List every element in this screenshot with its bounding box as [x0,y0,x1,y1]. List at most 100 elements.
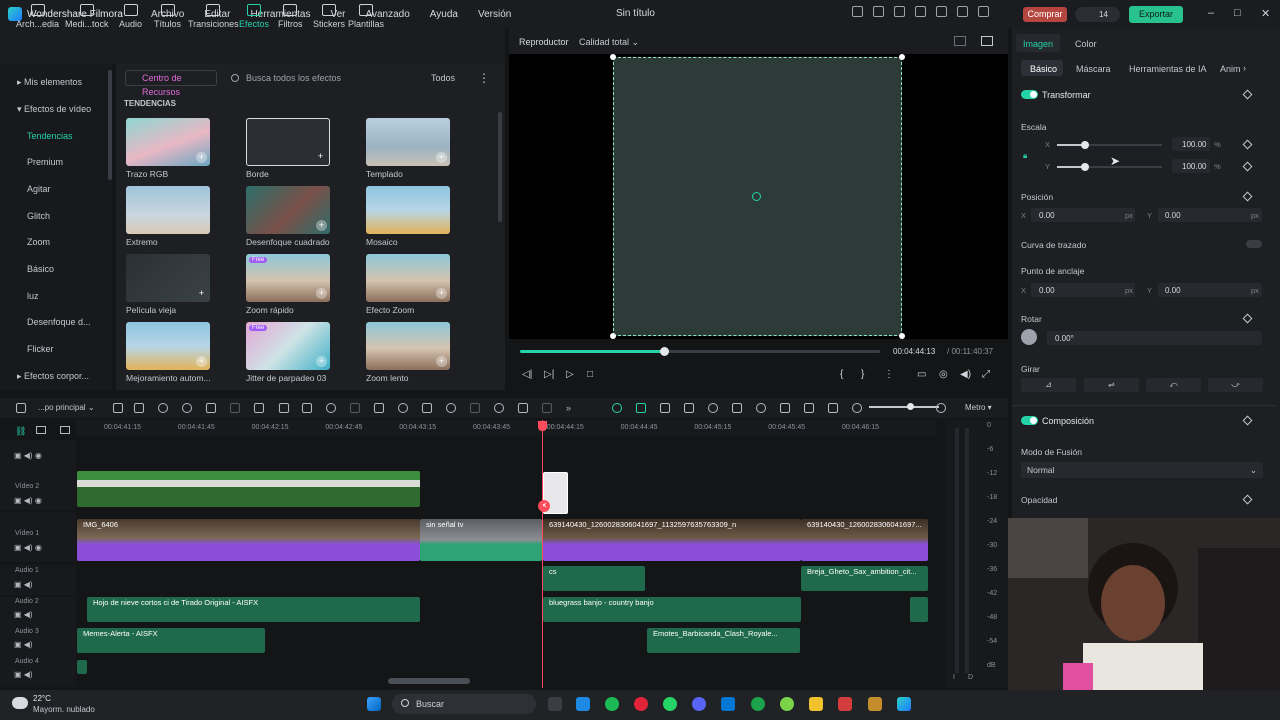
meter-dropdown[interactable]: Metro ▾ [965,403,992,412]
camera-icon[interactable]: ◎ [939,369,948,380]
fit-icon[interactable] [518,403,528,413]
flip-horizontal-button[interactable]: ⊿ [1021,378,1076,392]
resize-handle[interactable] [899,54,905,60]
tool-stock[interactable]: Medi...tock [65,4,109,29]
tool-stickers[interactable]: Stickers [313,4,345,29]
effects-search-input[interactable]: Busca todos los efectos [246,73,341,83]
add-icon[interactable]: + [196,152,207,163]
more-tools-icon[interactable]: » [566,403,576,413]
add-icon[interactable]: + [316,220,327,231]
cut-icon[interactable] [230,403,240,413]
delete-icon[interactable] [206,403,216,413]
link-icon[interactable] [636,403,646,413]
path-curve-toggle[interactable] [1246,240,1262,248]
add-icon[interactable]: + [315,151,326,162]
tool-titles[interactable]: Títulos [154,4,181,29]
grid-icon[interactable] [113,403,123,413]
quality-dropdown[interactable]: Calidad total ⌄ [579,37,639,48]
export-button[interactable]: Exportar [1129,6,1183,23]
zoom-slider-track[interactable] [869,406,939,408]
zoom-out-icon[interactable] [852,403,862,413]
timeline-clip-audio[interactable]: Hojo de nieve cortos ci de Tirado Origin… [87,597,420,622]
link-tracks-icon[interactable]: ⛓ [15,426,26,437]
zoom-slider-knob[interactable] [907,403,914,410]
resize-handle[interactable] [610,54,616,60]
my-elements-item[interactable]: ▸ Mis elementos [17,77,82,88]
layout-icon[interactable] [16,403,26,413]
freeze-icon[interactable] [470,403,480,413]
playback-icon[interactable] [708,403,718,413]
effect-thumb[interactable]: + [366,118,450,166]
keyframe-tool-icon[interactable] [494,403,504,413]
track-controls[interactable]: ▣ ◀) [14,640,33,649]
timeline-clip-audio[interactable] [910,597,928,622]
timeline-clip-video[interactable]: IMG_6406 [77,519,420,561]
weather-icon[interactable] [12,697,28,709]
tool-audio[interactable]: Audio [119,4,142,29]
track-controls[interactable]: ▣ ◀) [14,580,33,589]
timer-icon[interactable] [446,403,456,413]
timeline-clip-audio[interactable] [77,660,87,674]
minimize-icon[interactable]: – [1208,7,1214,19]
speed-icon[interactable] [326,403,336,413]
effect-thumb[interactable]: Free + [246,322,330,370]
sidebar-item-trending[interactable]: Tendencias [27,131,73,141]
adjust-icon[interactable] [542,403,552,413]
track-controls[interactable]: ▣ ◀) [14,610,33,619]
play-icon[interactable]: ▷ [566,369,574,380]
taskbar-search[interactable]: Buscar [392,694,536,714]
rotate-dial[interactable] [1021,329,1037,345]
snap-icon[interactable] [612,403,622,413]
sidebar-item-blur[interactable]: Desenfoque d... [27,317,91,327]
ai-icon[interactable] [398,403,408,413]
text-icon[interactable] [302,403,312,413]
file-explorer-icon[interactable] [809,697,823,711]
playhead[interactable] [542,420,543,688]
screen-icon[interactable] [915,6,926,17]
prev-frame-icon[interactable]: ◁| [522,369,532,380]
grid-icon[interactable] [978,6,989,17]
headset-icon[interactable] [957,6,968,17]
menu-ayuda[interactable]: Ayuda [430,9,458,20]
sidebar-item-shake[interactable]: Agitar [27,184,51,194]
timeline-scrollbar[interactable] [388,678,470,684]
track-controls[interactable]: ▣ ◀) ◉ [14,543,42,552]
effect-thumb[interactable]: + [366,322,450,370]
rotate-right-button[interactable]: ⤻ [1208,378,1263,392]
redo-icon[interactable] [182,403,192,413]
effect-thumb[interactable]: + [126,118,210,166]
snapshot-view-icon[interactable] [981,36,993,46]
resource-center-button[interactable]: Centro de Recursos [125,70,217,97]
timeline-clip-audio[interactable]: bluegrass banjo - country banjo [543,597,801,622]
marker-icon[interactable] [660,403,670,413]
send-icon[interactable] [873,6,884,17]
effect-thumb[interactable]: Free + [246,254,330,302]
timeline-clip-text[interactable] [77,471,420,507]
add-icon[interactable]: + [436,356,447,367]
tool-transitions[interactable]: Transiciones [188,4,239,29]
timeline-clip-video[interactable]: sin señal tv [420,519,542,561]
timeline-clip-video[interactable]: 639140430_1260028306041697_1132597635763… [543,519,801,561]
add-icon[interactable]: + [436,152,447,163]
add-icon[interactable]: + [196,356,207,367]
audio-list-icon[interactable] [780,403,790,413]
sidebar-item-glitch[interactable]: Glitch [27,211,50,221]
chrome-icon[interactable] [751,697,765,711]
compare-icon[interactable] [954,36,966,46]
discord-icon[interactable] [692,697,706,711]
transform-toggle[interactable] [1021,90,1038,99]
mark-out-icon[interactable]: } [861,369,864,380]
rotate-left-button[interactable]: ⤺ [1146,378,1201,392]
more-icon[interactable]: ⋮ [478,71,490,85]
resize-handle[interactable] [610,333,616,339]
subtab-basic[interactable]: Básico [1030,64,1057,74]
add-icon[interactable]: + [316,356,327,367]
sidebar-item-light[interactable]: luz [27,291,39,301]
sidebar-item-zoom[interactable]: Zoom [27,237,50,247]
timeline-clip-audio[interactable]: cs [543,566,645,591]
spotify-icon[interactable] [605,697,619,711]
stop-icon[interactable]: □ [587,369,593,380]
effect-thumb[interactable]: + [126,254,210,302]
sidebar-scrollbar[interactable] [108,70,112,180]
timeline-clip-audio[interactable]: Memes-Alerta - AISFX [77,628,265,653]
